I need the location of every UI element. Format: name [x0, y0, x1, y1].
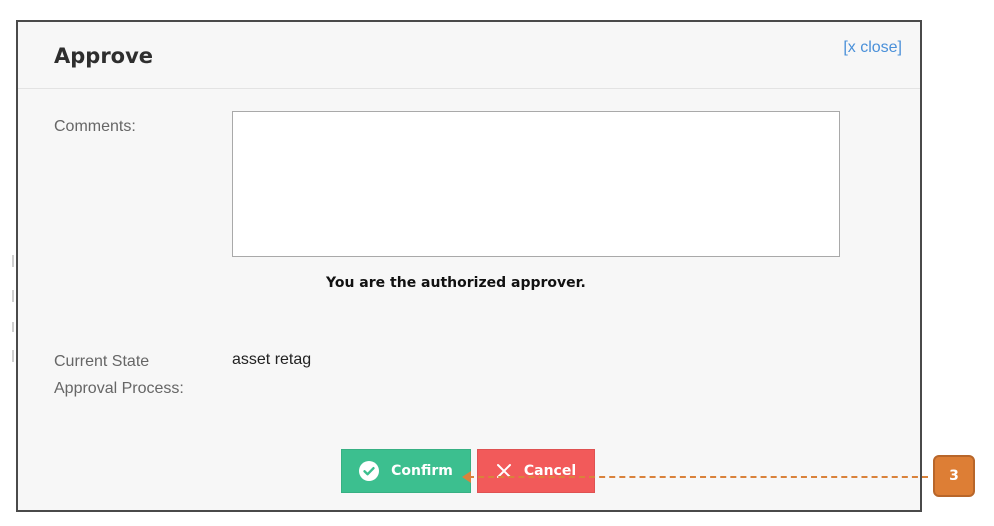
current-state-label-line1: Current State	[54, 353, 150, 370]
comments-label: Comments:	[54, 118, 136, 135]
authorized-approver-message: You are the authorized approver.	[326, 275, 586, 291]
current-state-value: asset retag	[232, 351, 312, 368]
backdrop-fragment	[12, 350, 14, 362]
check-circle-icon	[359, 461, 380, 481]
backdrop-fragment	[12, 290, 14, 302]
backdrop-fragment	[12, 322, 14, 332]
dialog-header: Approve [x close]	[18, 22, 920, 89]
callout-arrowhead	[462, 471, 471, 483]
backdrop-fragment	[12, 255, 14, 267]
callout-badge: 3	[933, 455, 975, 497]
current-state-label-line2: Approval Process:	[54, 380, 184, 397]
cancel-button[interactable]: Cancel	[477, 449, 595, 493]
confirm-button[interactable]: Confirm	[341, 449, 471, 493]
close-link[interactable]: [x close]	[843, 39, 902, 57]
confirm-label: Confirm	[391, 463, 453, 479]
callout-pointer-line	[468, 476, 928, 478]
dialog-title: Approve	[54, 44, 154, 68]
comments-textarea[interactable]	[232, 111, 840, 257]
approve-dialog: Approve [x close] Comments: You are the …	[16, 20, 922, 512]
